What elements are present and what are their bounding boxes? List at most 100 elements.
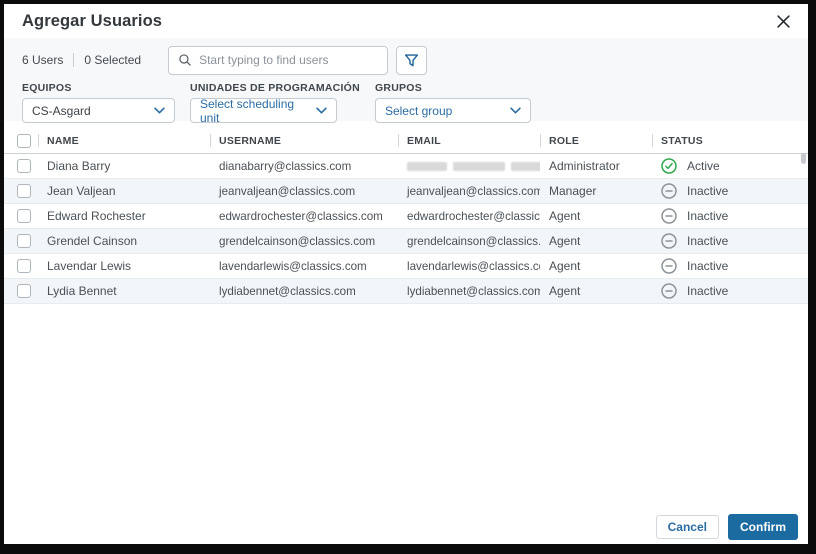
row-checkbox[interactable]: [17, 159, 31, 173]
table-row[interactable]: Jean Valjean jeanvaljean@classics.com je…: [4, 179, 808, 204]
close-icon: [777, 14, 790, 28]
status-inactive-icon: [661, 233, 677, 249]
magnifier-icon: [178, 53, 192, 67]
cancel-button[interactable]: Cancel: [655, 515, 719, 539]
status-label: Inactive: [687, 209, 729, 223]
cell-username: lavendarlewis@classics.com: [219, 259, 367, 273]
row-checkbox-cell: [4, 284, 38, 298]
equipos-value: CS-Asgard: [32, 103, 91, 118]
status-label: Inactive: [687, 259, 729, 273]
chevron-down-icon: [510, 107, 521, 114]
add-users-modal: Agregar Usuarios 6 Users 0 Selected Star…: [4, 4, 808, 544]
row-checkbox[interactable]: [17, 259, 31, 273]
row-checkbox[interactable]: [17, 234, 31, 248]
cell-name: Edward Rochester: [47, 209, 146, 223]
cell-email: edwardrochester@classics.com: [407, 209, 540, 223]
column-divider: [398, 134, 399, 147]
status-label: Inactive: [687, 284, 729, 298]
column-divider: [210, 134, 211, 147]
cell-email: jeanvaljean@classics.com: [407, 184, 540, 198]
column-header-username: USERNAME: [210, 128, 398, 153]
table-row[interactable]: Lydia Bennet lydiabennet@classics.com ly…: [4, 279, 808, 304]
group-select[interactable]: Select group: [374, 98, 531, 123]
vertical-scrollbar-thumb[interactable]: [801, 153, 806, 164]
cell-role: Manager: [549, 184, 597, 198]
equipos-label: EQUIPOS: [22, 82, 72, 94]
counts: 6 Users 0 Selected: [22, 53, 141, 67]
row-checkbox[interactable]: [17, 284, 31, 298]
selected-count: 0 Selected: [84, 53, 142, 67]
status-label: Inactive: [687, 184, 729, 198]
cell-status: Active: [652, 158, 808, 174]
cell-name: Lavendar Lewis: [47, 259, 132, 273]
close-button[interactable]: [775, 13, 792, 30]
cell-name: Grendel Cainson: [47, 234, 138, 248]
column-divider: [652, 134, 653, 147]
cell-status: Inactive: [652, 208, 808, 224]
filter-button[interactable]: [396, 45, 428, 75]
equipos-select[interactable]: CS-Asgard: [22, 98, 175, 123]
status-inactive-icon: [661, 183, 677, 199]
row-checkbox-cell: [4, 184, 38, 198]
row-checkbox-cell: [4, 259, 38, 273]
status-label: Inactive: [687, 234, 729, 248]
cell-role: Agent: [549, 284, 581, 298]
unidades-label: UNIDADES DE PROGRAMACIÓN: [190, 82, 360, 94]
table-row[interactable]: Grendel Cainson grendelcainson@classics.…: [4, 229, 808, 254]
cell-username: edwardrochester@classics.com: [219, 209, 383, 223]
modal-header: Agregar Usuarios: [4, 4, 808, 38]
filter-group-grupos: GRUPOS Select group: [374, 82, 531, 123]
cell-status: Inactive: [652, 233, 808, 249]
scheduling-unit-select[interactable]: Select scheduling unit: [190, 96, 337, 125]
table-header-row: NAME USERNAME EMAIL ROLE STATUS: [4, 128, 808, 154]
redacted-email-block: [453, 161, 505, 171]
cell-status: Inactive: [652, 183, 808, 199]
redacted-email-block: [511, 161, 540, 171]
cell-role: Agent: [549, 234, 581, 248]
column-header-label: ROLE: [549, 134, 580, 147]
search-input[interactable]: [199, 53, 379, 67]
table-row[interactable]: Diana Barry dianabarry@classics.com Admi…: [4, 154, 808, 179]
row-checkbox-cell: [4, 209, 38, 223]
status-inactive-icon: [661, 208, 677, 224]
row-checkbox[interactable]: [17, 209, 31, 223]
chevron-down-icon: [154, 107, 165, 114]
status-inactive-icon: [661, 283, 677, 299]
select-all-checkbox[interactable]: [17, 133, 31, 148]
table-body: Diana Barry dianabarry@classics.com Admi…: [4, 154, 808, 304]
table-row[interactable]: Edward Rochester edwardrochester@classic…: [4, 204, 808, 229]
modal-title: Agregar Usuarios: [22, 11, 163, 30]
cell-status: Inactive: [652, 283, 808, 299]
column-header-label: STATUS: [661, 134, 703, 147]
chevron-down-icon: [316, 107, 327, 114]
row-checkbox[interactable]: [17, 184, 31, 198]
filter-funnel-icon: [404, 53, 419, 68]
cell-email: [398, 160, 540, 173]
filter-panel: 6 Users 0 Selected EQUIPOS CS-Asgard: [4, 38, 808, 125]
group-value: Select group: [384, 103, 453, 118]
redacted-email-block: [407, 161, 447, 171]
column-divider: [540, 134, 541, 147]
column-header-email: EMAIL: [398, 128, 540, 153]
status-inactive-icon: [661, 258, 677, 274]
status-active-icon: [661, 158, 677, 174]
cell-username: dianabarry@classics.com: [219, 159, 352, 173]
column-header-label: EMAIL: [407, 134, 441, 147]
filters-row: EQUIPOS CS-Asgard UNIDADES DE PROGRAMACI…: [22, 82, 790, 125]
row-checkbox-cell: [4, 159, 38, 173]
confirm-button[interactable]: Confirm: [728, 514, 798, 540]
users-count: 6 Users: [22, 53, 64, 67]
cell-username: grendelcainson@classics.com: [219, 234, 376, 248]
filter-group-unidades: UNIDADES DE PROGRAMACIÓN Select scheduli…: [190, 82, 360, 125]
cell-username: lydiabennet@classics.com: [219, 284, 356, 298]
scheduling-unit-value: Select scheduling unit: [200, 96, 295, 125]
cell-role: Administrator: [549, 159, 620, 173]
table-row[interactable]: Lavendar Lewis lavendarlewis@classics.co…: [4, 254, 808, 279]
cell-name: Lydia Bennet: [47, 284, 117, 298]
search-box: [168, 45, 389, 75]
counts-divider: [73, 53, 75, 67]
column-divider: [38, 134, 39, 147]
cell-username: jeanvaljean@classics.com: [219, 184, 356, 198]
column-header-role: ROLE: [540, 128, 652, 153]
grupos-label: GRUPOS: [374, 82, 422, 94]
